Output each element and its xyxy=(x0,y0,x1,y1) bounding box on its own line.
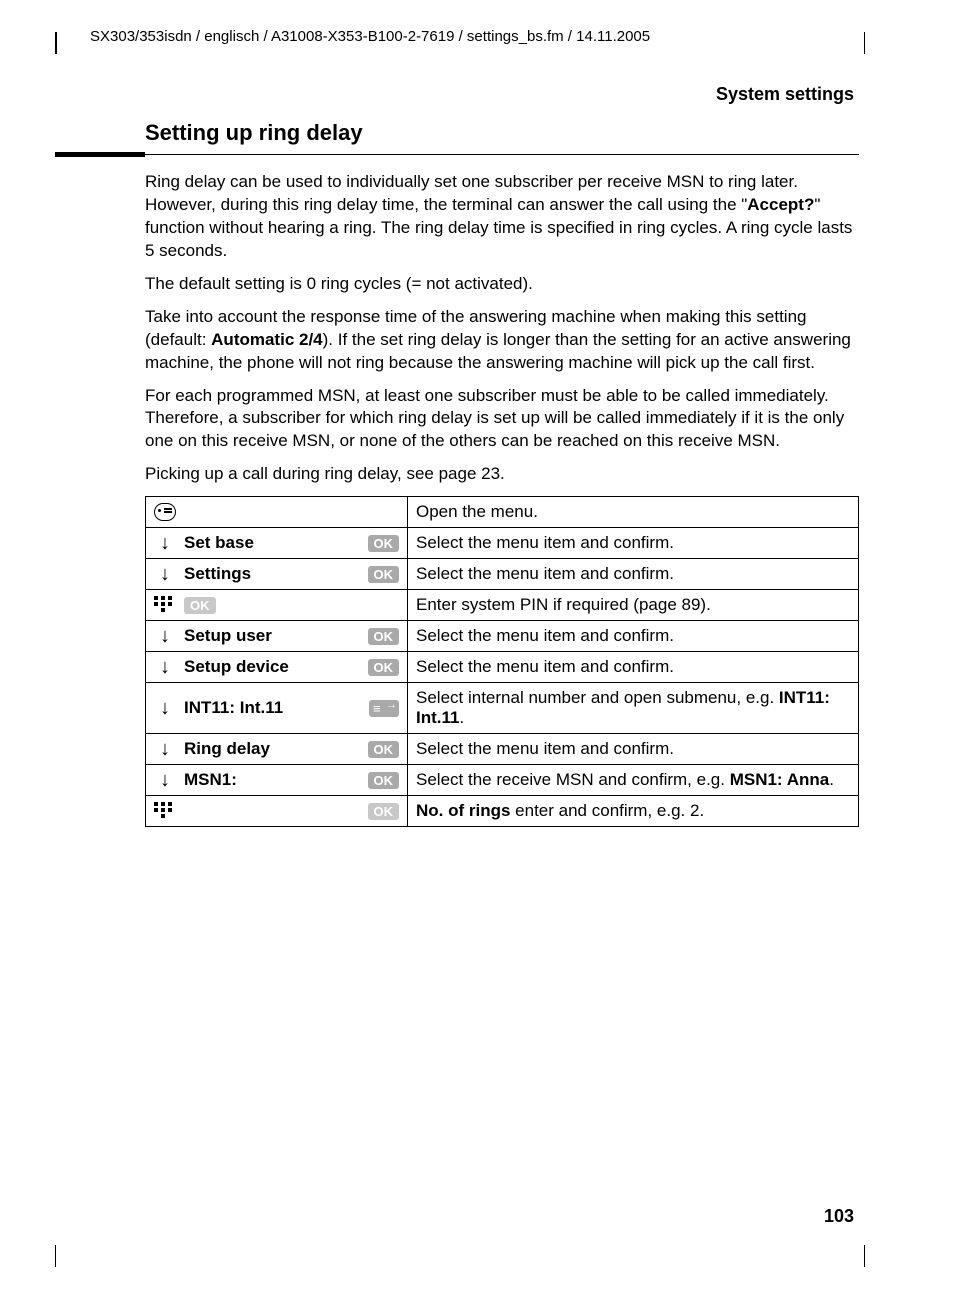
text: Select the receive MSN and confirm, e.g. xyxy=(416,770,730,789)
table-row: ↓ INT11: Int.11 ≡→ Select internal numbe… xyxy=(146,683,859,734)
table-row: ↓ Setup device OK Select the menu item a… xyxy=(146,652,859,683)
step-desc: Select internal number and open submenu,… xyxy=(408,683,859,734)
arrow-down-icon: ↓ xyxy=(160,657,170,677)
step-desc: Select the menu item and confirm. xyxy=(408,734,859,765)
keypad-icon xyxy=(154,596,176,614)
text: Select internal number and open submenu,… xyxy=(416,688,779,707)
crop-mark xyxy=(34,32,56,54)
step-label: INT11: Int.11 xyxy=(184,698,361,718)
table-row: ↓ Set base OK Select the menu item and c… xyxy=(146,528,859,559)
crop-mark xyxy=(34,1245,56,1267)
arrow-down-icon: ↓ xyxy=(160,564,170,584)
header-path: SX303/353isdn / englisch / A31008-X353-B… xyxy=(90,28,650,45)
step-desc: Select the menu item and confirm. xyxy=(408,528,859,559)
submenu-icon: ≡→ xyxy=(369,700,399,717)
step-desc: Select the menu item and confirm. xyxy=(408,559,859,590)
ok-badge: OK xyxy=(368,772,400,789)
arrow-down-icon: ↓ xyxy=(160,533,170,553)
arrow-down-icon: ↓ xyxy=(160,739,170,759)
ok-badge: OK xyxy=(184,597,216,614)
ok-badge: OK xyxy=(368,659,400,676)
text: . xyxy=(459,708,464,727)
step-label: Set base xyxy=(184,533,360,553)
crop-mark xyxy=(864,1245,886,1267)
step-label: Settings xyxy=(184,564,360,584)
page: SX303/353isdn / englisch / A31008-X353-B… xyxy=(0,0,954,1307)
table-row: OK Enter system PIN if required (page 89… xyxy=(146,590,859,621)
title-rule xyxy=(55,152,859,157)
arrow-down-icon: ↓ xyxy=(160,626,170,646)
steps-table: Open the menu. ↓ Set base OK Select the … xyxy=(145,496,859,827)
table-row: OK No. of rings enter and confirm, e.g. … xyxy=(146,796,859,827)
menu-open-icon xyxy=(154,503,176,521)
paragraph: Take into account the response time of t… xyxy=(145,306,859,375)
table-row: ↓ Settings OK Select the menu item and c… xyxy=(146,559,859,590)
table-row: Open the menu. xyxy=(146,497,859,528)
step-desc: No. of rings enter and confirm, e.g. 2. xyxy=(408,796,859,827)
table-row: ↓ Ring delay OK Select the menu item and… xyxy=(146,734,859,765)
ok-badge: OK xyxy=(368,628,400,645)
page-title: Setting up ring delay xyxy=(145,120,363,146)
text: enter and confirm, e.g. 2. xyxy=(510,801,704,820)
paragraph: Ring delay can be used to individually s… xyxy=(145,171,859,263)
table-row: ↓ Setup user OK Select the menu item and… xyxy=(146,621,859,652)
text-bold: Automatic 2/4 xyxy=(211,330,322,349)
ok-badge: OK xyxy=(368,741,400,758)
step-desc: Enter system PIN if required (page 89). xyxy=(408,590,859,621)
content: Setting up ring delay Ring delay can be … xyxy=(55,120,859,827)
table-row: ↓ MSN1: OK Select the receive MSN and co… xyxy=(146,765,859,796)
step-label: Setup device xyxy=(184,657,360,677)
ok-badge: OK xyxy=(368,535,400,552)
text-bold: Accept? xyxy=(747,195,814,214)
paragraph: Picking up a call during ring delay, see… xyxy=(145,463,859,486)
ok-badge: OK xyxy=(368,803,400,820)
body-text: Ring delay can be used to individually s… xyxy=(145,171,859,486)
arrow-down-icon: ↓ xyxy=(160,770,170,790)
text: . xyxy=(829,770,834,789)
step-label: Setup user xyxy=(184,626,360,646)
ok-badge: OK xyxy=(368,566,400,583)
text-bold: No. of rings xyxy=(416,801,510,820)
crop-mark xyxy=(864,32,886,54)
section-label: System settings xyxy=(716,84,854,105)
step-label: MSN1: xyxy=(184,770,360,790)
text-bold: MSN1: Anna xyxy=(730,770,830,789)
page-number: 103 xyxy=(824,1206,854,1227)
arrow-down-icon: ↓ xyxy=(160,698,170,718)
step-desc: Select the menu item and confirm. xyxy=(408,652,859,683)
title-row: Setting up ring delay xyxy=(55,120,859,146)
step-desc: Select the menu item and confirm. xyxy=(408,621,859,652)
step-desc: Select the receive MSN and confirm, e.g.… xyxy=(408,765,859,796)
paragraph: For each programmed MSN, at least one su… xyxy=(145,385,859,454)
step-desc: Open the menu. xyxy=(408,497,859,528)
paragraph: The default setting is 0 ring cycles (= … xyxy=(145,273,859,296)
keypad-icon xyxy=(154,802,176,820)
text: Ring delay can be used to individually s… xyxy=(145,172,798,214)
step-label: Ring delay xyxy=(184,739,360,759)
